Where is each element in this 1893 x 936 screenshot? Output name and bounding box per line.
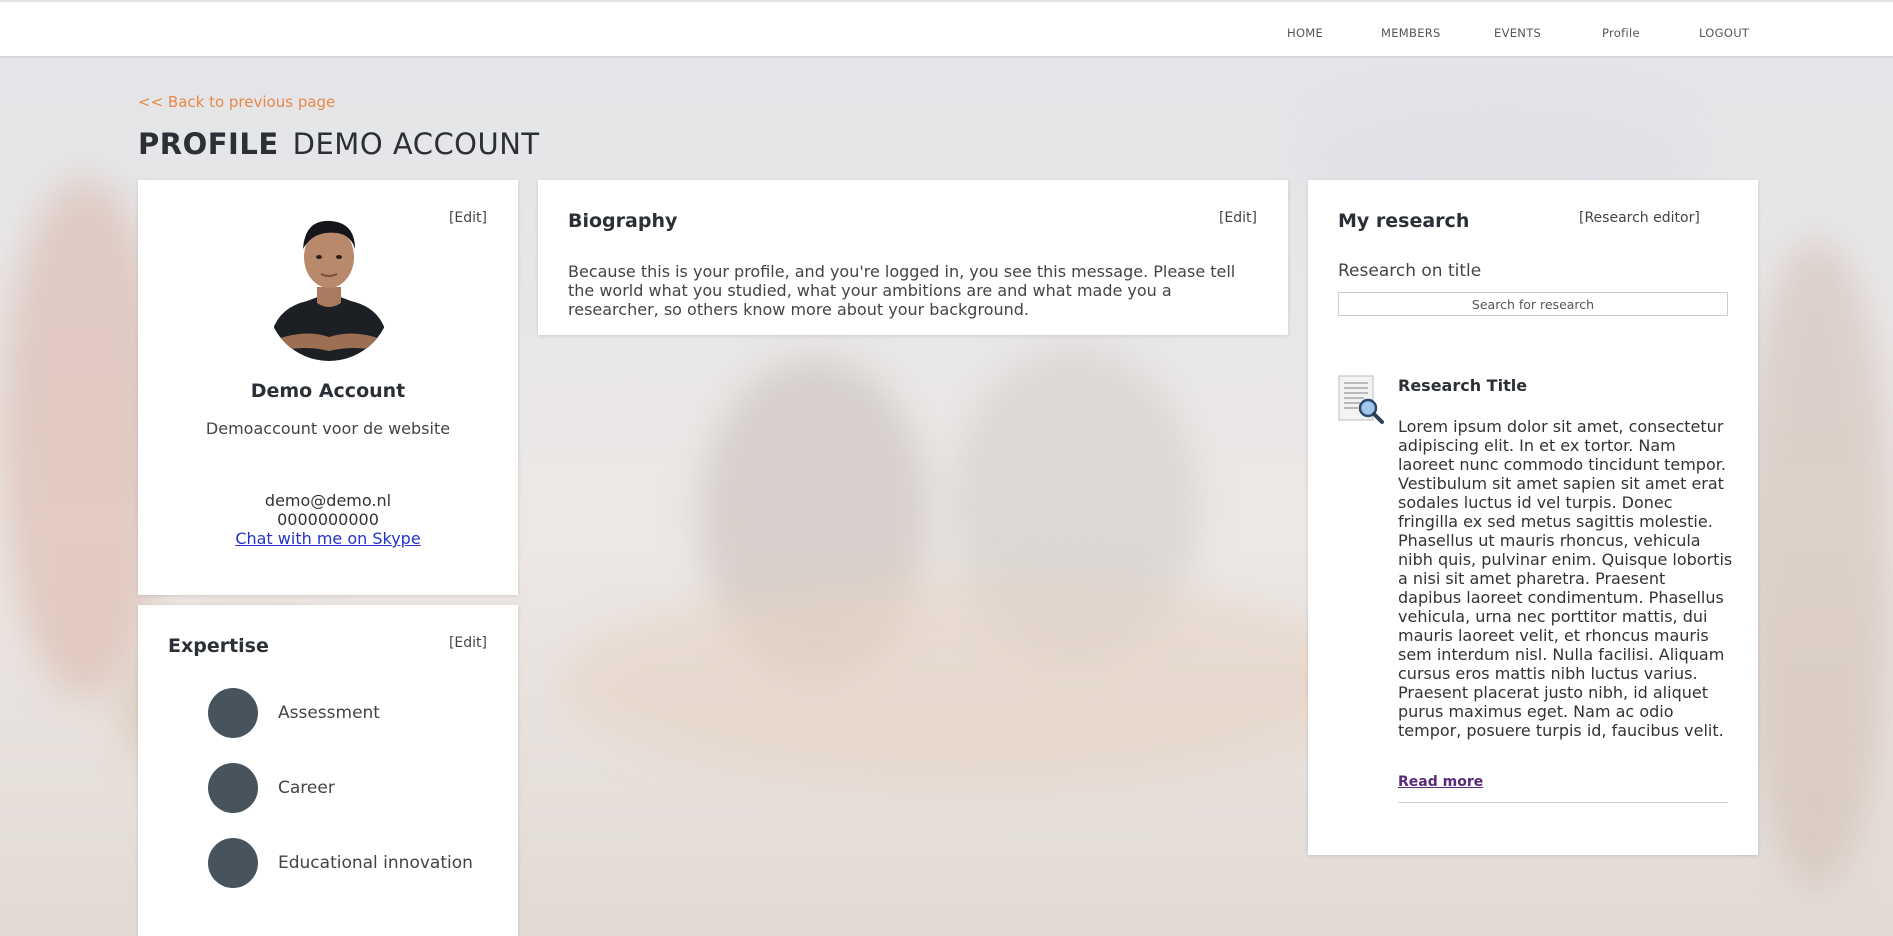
research-search-label: Research on title xyxy=(1338,261,1482,281)
research-item-body: Lorem ipsum dolor sit amet, consectetur … xyxy=(1398,417,1733,740)
avatar xyxy=(267,211,391,361)
profile-email: demo@demo.nl xyxy=(264,491,392,510)
biography-title: Biography xyxy=(568,210,678,232)
nav-events[interactable]: EVENTS xyxy=(1494,26,1541,40)
biography-edit-link[interactable]: [Edit] xyxy=(1219,210,1257,226)
profile-edit-link[interactable]: [Edit] xyxy=(449,210,487,226)
divider xyxy=(1398,802,1728,803)
page-title-name: DEMO ACCOUNT xyxy=(292,127,540,161)
expertise-circle-icon xyxy=(208,838,258,888)
top-navbar: HOME MEMBERS EVENTS Profile LOGOUT xyxy=(0,0,1893,58)
person-photo-icon xyxy=(267,220,391,361)
page-title: PROFILE DEMO ACCOUNT xyxy=(138,127,540,161)
profile-card: [Edit] Demo Account Demoaccount voor de … xyxy=(138,180,518,595)
document-search-icon xyxy=(1338,375,1384,424)
expertise-title: Expertise xyxy=(168,635,269,657)
page-title-prefix: PROFILE xyxy=(138,127,279,161)
biography-text: Because this is your profile, and you're… xyxy=(568,262,1236,319)
research-search-input[interactable] xyxy=(1338,292,1728,316)
expertise-label: Career xyxy=(278,778,335,798)
research-card: My research [Research editor] Research o… xyxy=(1308,180,1758,855)
profile-name: Demo Account xyxy=(250,380,406,402)
profile-subtitle: Demoaccount voor de website xyxy=(205,419,451,438)
research-title: My research xyxy=(1338,210,1470,232)
expertise-circle-icon xyxy=(208,763,258,813)
expertise-card: Expertise [Edit] Assessment Career Educa… xyxy=(138,605,518,936)
back-link[interactable]: << Back to previous page xyxy=(138,93,335,111)
research-item-title: Research Title xyxy=(1398,376,1528,395)
expertise-label: Assessment xyxy=(278,703,380,723)
skype-link-wrap: Chat with me on Skype xyxy=(138,529,518,548)
nav-profile[interactable]: Profile xyxy=(1602,26,1640,40)
read-more-link[interactable]: Read more xyxy=(1398,774,1483,790)
biography-card: Biography [Edit] Because this is your pr… xyxy=(538,180,1288,335)
research-editor-link[interactable]: [Research editor] xyxy=(1579,210,1700,226)
nav-home[interactable]: HOME xyxy=(1287,26,1323,40)
skype-link[interactable]: Chat with me on Skype xyxy=(235,529,420,548)
profile-phone: 0000000000 xyxy=(277,510,379,529)
nav-members[interactable]: MEMBERS xyxy=(1381,26,1441,40)
expertise-label: Educational innovation xyxy=(278,853,473,873)
expertise-circle-icon xyxy=(208,688,258,738)
expertise-edit-link[interactable]: [Edit] xyxy=(449,635,487,651)
nav-logout[interactable]: LOGOUT xyxy=(1699,26,1749,40)
